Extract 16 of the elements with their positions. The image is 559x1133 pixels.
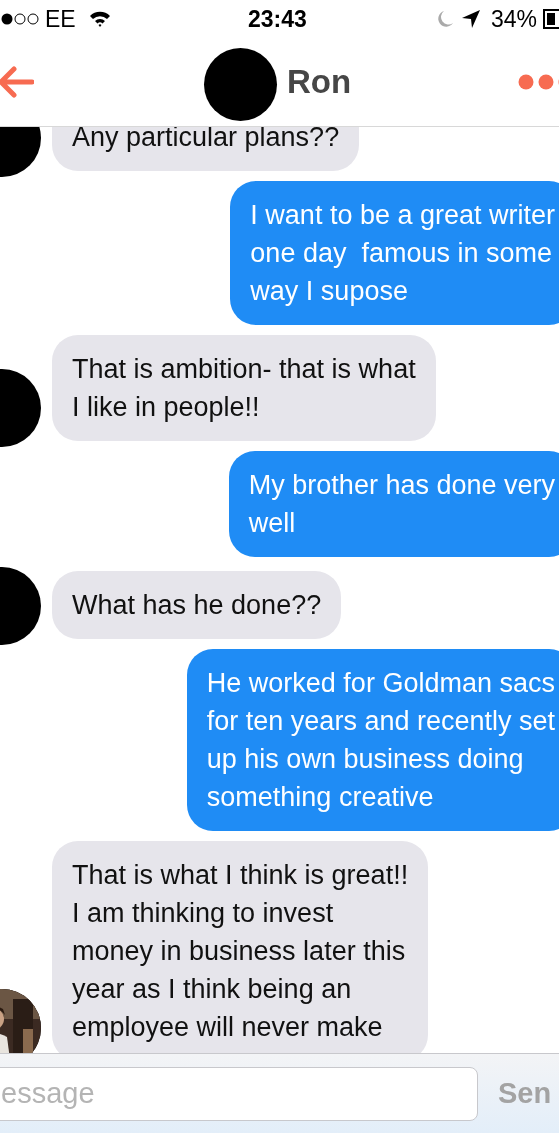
- contact-name[interactable]: Ron: [287, 63, 352, 101]
- message-field[interactable]: essage: [0, 1066, 478, 1121]
- location-arrow-icon: [460, 9, 481, 29]
- battery-icon: [543, 8, 559, 30]
- incoming-message: What has he done??: [52, 571, 342, 639]
- back-arrow-icon[interactable]: [0, 64, 34, 100]
- outgoing-message: He worked for Goldman sacs for ten years and recently set up his own business doing something creative: [186, 649, 559, 831]
- signal-icon: [1, 12, 41, 26]
- battery-percent: 34%: [490, 5, 537, 33]
- outgoing-message: My brother has done very well: [228, 451, 559, 557]
- incoming-message: Any particular plans??: [52, 127, 360, 171]
- carrier-name: EE: [45, 5, 76, 33]
- status-time: 23:43: [248, 5, 307, 33]
- incoming-message: That is what I think is great!! I am thinking to invest money in business later this year as I think being an employee will never make: [52, 841, 429, 1053]
- incoming-message: That is ambition- that is what I like in people!!: [52, 335, 436, 441]
- outgoing-message: I want to be a great writer one day famous in some way I supose: [230, 181, 559, 325]
